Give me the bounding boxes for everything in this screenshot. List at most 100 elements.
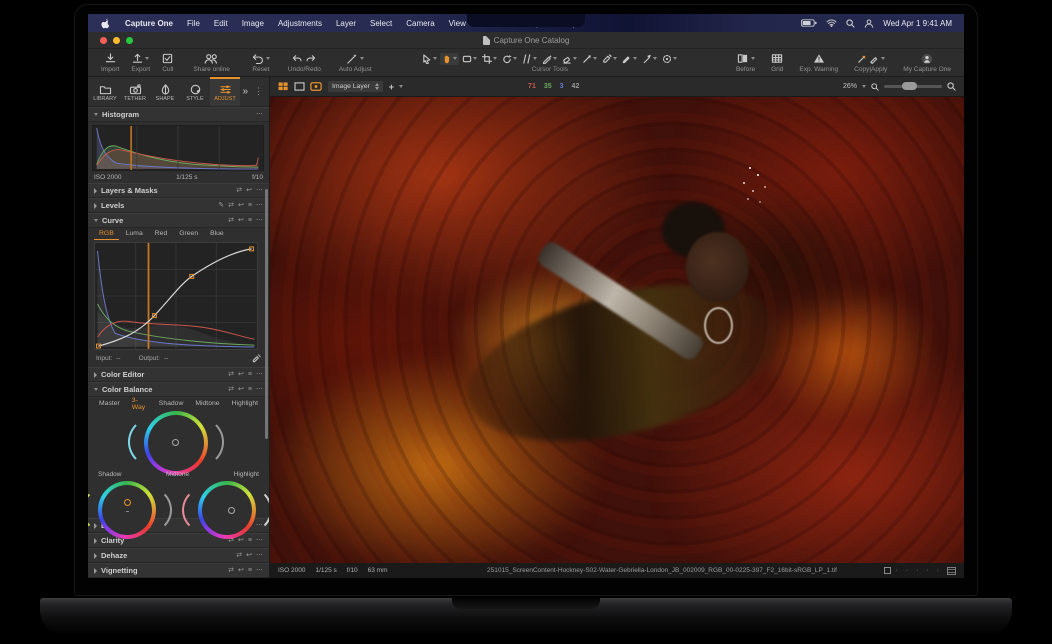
cb-tab-shadow[interactable]: Shadow	[154, 398, 189, 410]
viewer-canvas[interactable]	[270, 97, 964, 563]
proof-view-icon[interactable]	[310, 82, 322, 91]
menu-capture-one[interactable]: Capture One	[118, 19, 180, 28]
reset-adjustments-icon[interactable]: ↩	[238, 202, 244, 209]
more-icon[interactable]: ⋯	[256, 187, 263, 194]
presets-icon[interactable]: ≡	[248, 371, 252, 378]
cb-tab-master[interactable]: Master	[94, 398, 125, 410]
curve-graph[interactable]	[88, 240, 269, 352]
tab-shape[interactable]: SHAPE	[150, 77, 180, 106]
tag-checkbox[interactable]	[884, 567, 891, 574]
filmstrip-icon[interactable]	[947, 567, 956, 575]
spot-removal-tool[interactable]	[660, 53, 679, 65]
reset-adjustments-icon[interactable]: ↩	[246, 552, 252, 559]
wifi-icon[interactable]	[826, 19, 837, 27]
copy-adjustments-icon[interactable]: ⇄	[236, 187, 242, 194]
tab-style[interactable]: STYLE	[180, 77, 210, 106]
reset-button[interactable]: Reset	[247, 49, 275, 76]
menu-file[interactable]: File	[180, 19, 207, 28]
zoom-in-icon[interactable]	[947, 82, 956, 91]
color-tag-dots[interactable]: · · · · ·	[896, 567, 942, 574]
tabs-overflow-menu[interactable]: ⋮	[254, 86, 263, 97]
reset-adjustments-icon[interactable]: ↩	[238, 371, 244, 378]
clone-tool[interactable]	[640, 53, 659, 65]
curve-tab-blue[interactable]: Blue	[205, 228, 229, 240]
redo-icon[interactable]	[305, 53, 316, 64]
curve-tab-luma[interactable]: Luma	[121, 228, 148, 240]
control-center-icon[interactable]	[864, 19, 874, 28]
my-capture-one-button[interactable]: My Capture One	[898, 49, 956, 76]
before-after-button[interactable]: Before	[731, 49, 760, 76]
add-layer-menu-icon[interactable]	[399, 85, 403, 88]
undo-redo-button[interactable]: Undo/Redo	[283, 49, 326, 76]
reset-adjustments-icon[interactable]: ↩	[238, 386, 244, 393]
pan-tool[interactable]	[440, 53, 459, 65]
copy-adjustments-icon[interactable]: ⇄	[228, 371, 234, 378]
presets-icon[interactable]: ≡	[248, 202, 252, 209]
more-icon[interactable]: ⋯	[256, 386, 263, 393]
panel-vignetting-header[interactable]: Vignetting ⇄↩≡⋯	[88, 563, 269, 578]
cull-button[interactable]: Cull	[157, 49, 178, 76]
more-icon[interactable]: ⋯	[256, 567, 263, 574]
gradient-mask-tool[interactable]	[580, 53, 599, 65]
menu-camera[interactable]: Camera	[399, 19, 441, 28]
add-layer-button[interactable]: +	[389, 82, 394, 92]
export-button[interactable]: Export	[126, 49, 155, 76]
presets-icon[interactable]: ≡	[248, 217, 252, 224]
more-icon[interactable]: ⋯	[256, 552, 263, 559]
presets-icon[interactable]: ≡	[248, 537, 252, 544]
pick-color-tool[interactable]	[600, 53, 619, 65]
menu-bar-clock[interactable]: Wed Apr 1 9:41 AM	[883, 19, 952, 28]
rotate-tool[interactable]	[500, 53, 519, 65]
menu-layer[interactable]: Layer	[329, 19, 363, 28]
orientation-tool[interactable]	[460, 53, 479, 65]
spotlight-search-icon[interactable]	[846, 19, 855, 28]
copy-adjustments-icon[interactable]: ⇄	[228, 386, 234, 393]
erase-mask-tool[interactable]	[560, 53, 579, 65]
single-view-icon[interactable]	[294, 82, 305, 91]
cb-tab-highlight[interactable]: Highlight	[227, 398, 263, 410]
curve-tab-red[interactable]: Red	[150, 228, 172, 240]
curve-tab-green[interactable]: Green	[174, 228, 203, 240]
curve-eyedropper-icon[interactable]	[252, 354, 261, 363]
zoom-slider[interactable]	[884, 85, 942, 88]
auto-adjust-button[interactable]: Auto Adjust	[334, 49, 377, 76]
copy-adjustments-icon[interactable]: ⇄	[228, 567, 234, 574]
reset-adjustments-icon[interactable]: ↩	[238, 537, 244, 544]
more-icon[interactable]: ⋯	[256, 217, 263, 224]
pick-levels-icon[interactable]: ✎	[218, 202, 224, 209]
share-online-button[interactable]: Share online	[188, 49, 235, 76]
draw-mask-tool[interactable]	[540, 53, 559, 65]
more-icon[interactable]: ⋯	[256, 537, 263, 544]
more-tool-tabs-button[interactable]: »	[242, 86, 248, 97]
heal-tool[interactable]	[620, 53, 639, 65]
more-icon[interactable]: ⋯	[256, 111, 263, 118]
apple-menu[interactable]	[88, 18, 118, 29]
panel-layers-masks-header[interactable]: Layers & Masks ⇄↩⋯	[88, 183, 269, 198]
multi-view-icon[interactable]	[278, 82, 289, 91]
sidebar-scrollbar[interactable]	[265, 189, 268, 439]
tab-adjust[interactable]: ADJUST	[210, 77, 240, 106]
grid-button[interactable]: Grid	[766, 49, 788, 76]
straighten-tool[interactable]	[520, 53, 539, 65]
more-icon[interactable]: ⋯	[256, 202, 263, 209]
reset-adjustments-icon[interactable]: ↩	[238, 567, 244, 574]
panel-histogram-header[interactable]: Histogram ⋯	[88, 107, 269, 122]
highlight-color-wheel[interactable]	[198, 481, 256, 539]
presets-icon[interactable]: ≡	[248, 386, 252, 393]
menu-edit[interactable]: Edit	[207, 19, 235, 28]
import-button[interactable]: Import	[96, 49, 124, 76]
crop-tool[interactable]	[480, 53, 499, 65]
reset-adjustments-icon[interactable]: ↩	[238, 217, 244, 224]
curve-tab-rgb[interactable]: RGB	[94, 228, 119, 240]
panel-curve-header[interactable]: Curve ⇄↩≡⋯	[88, 213, 269, 228]
copy-adjustments-icon[interactable]: ⇄	[236, 552, 242, 559]
battery-icon[interactable]	[801, 19, 817, 27]
cb-tab-midtone[interactable]: Midtone	[190, 398, 224, 410]
shadow-color-wheel[interactable]	[98, 481, 156, 539]
select-tool[interactable]	[420, 53, 439, 65]
undo-icon[interactable]	[292, 53, 303, 64]
panel-color-balance-header[interactable]: Color Balance ⇄↩≡⋯	[88, 382, 269, 397]
tab-tether[interactable]: TETHER	[120, 77, 150, 106]
layer-select[interactable]: Image Layer	[327, 80, 384, 93]
exposure-warning-button[interactable]: Exp. Warning	[794, 49, 843, 76]
